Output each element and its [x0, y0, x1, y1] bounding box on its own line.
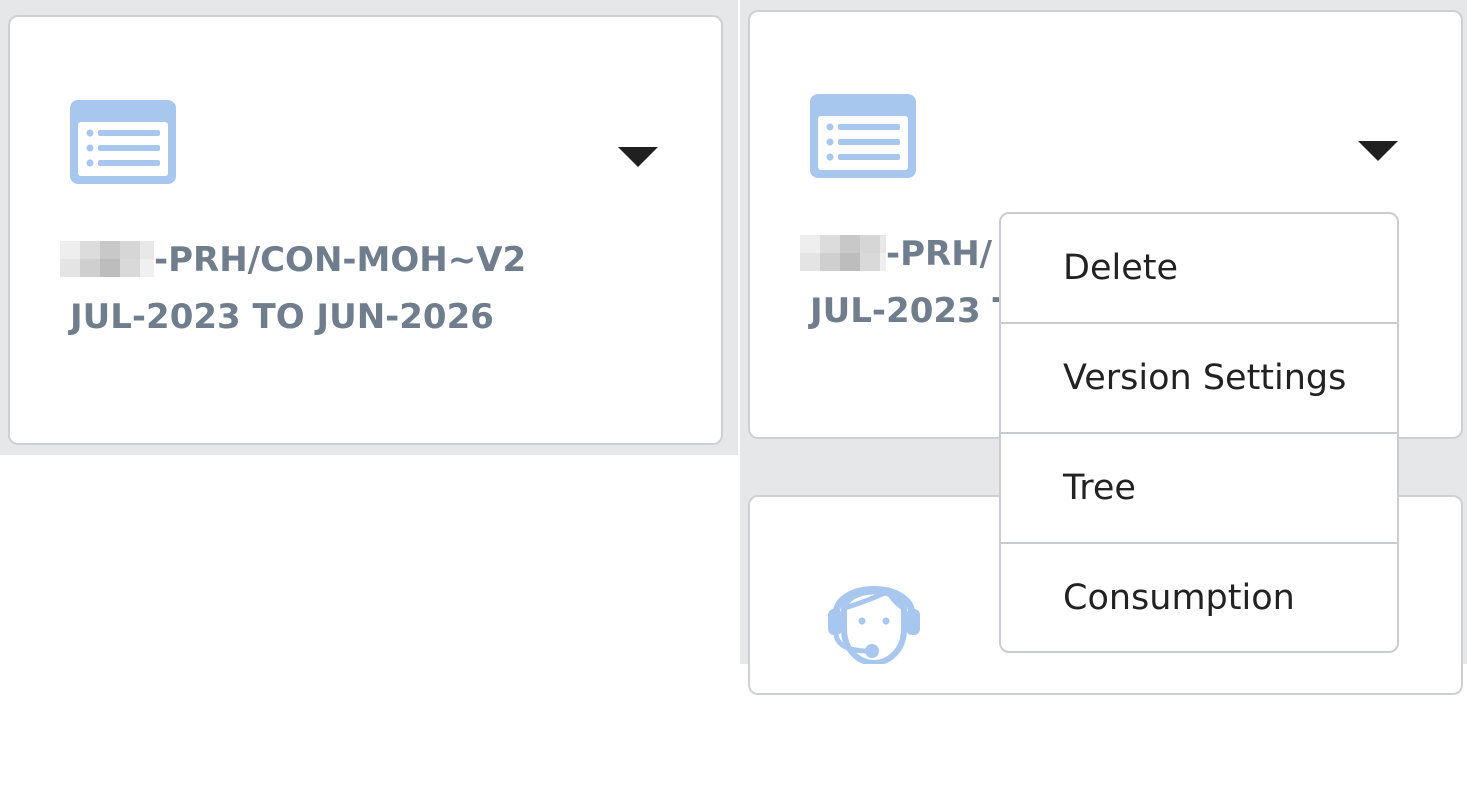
menu-item-tree[interactable]: Tree — [1001, 434, 1397, 544]
menu-item-version-settings[interactable]: Version Settings — [1001, 324, 1397, 434]
version-card-1[interactable] — [8, 15, 723, 445]
version-period: JUL-2023 T — [810, 291, 1016, 331]
menu-item-delete[interactable]: Delete — [1001, 214, 1397, 324]
version-name: -PRH/CON-MOH~V2 — [60, 240, 526, 280]
menu-item-consumption[interactable]: Consumption — [1001, 544, 1397, 651]
dropdown-caret-icon[interactable] — [1358, 141, 1398, 161]
redacted-text — [60, 241, 154, 277]
redacted-text — [800, 235, 886, 271]
version-period: JUL-2023 TO JUN-2026 — [70, 297, 494, 337]
stage: -PRH/CON-MOH~V2 JUL-2023 TO JUN-2026 -PR… — [0, 0, 1467, 795]
version-name-suffix: -PRH/CON-MOH~V2 — [154, 240, 527, 280]
card-context-menu: Delete Version Settings Tree Consumption — [999, 212, 1399, 653]
support-agent-icon — [826, 563, 922, 664]
version-name: -PRH/ — [800, 234, 992, 274]
version-name-suffix: -PRH/ — [886, 234, 993, 274]
dropdown-caret-icon[interactable] — [618, 147, 658, 167]
document-list-icon — [70, 100, 176, 184]
document-list-icon — [810, 94, 916, 178]
